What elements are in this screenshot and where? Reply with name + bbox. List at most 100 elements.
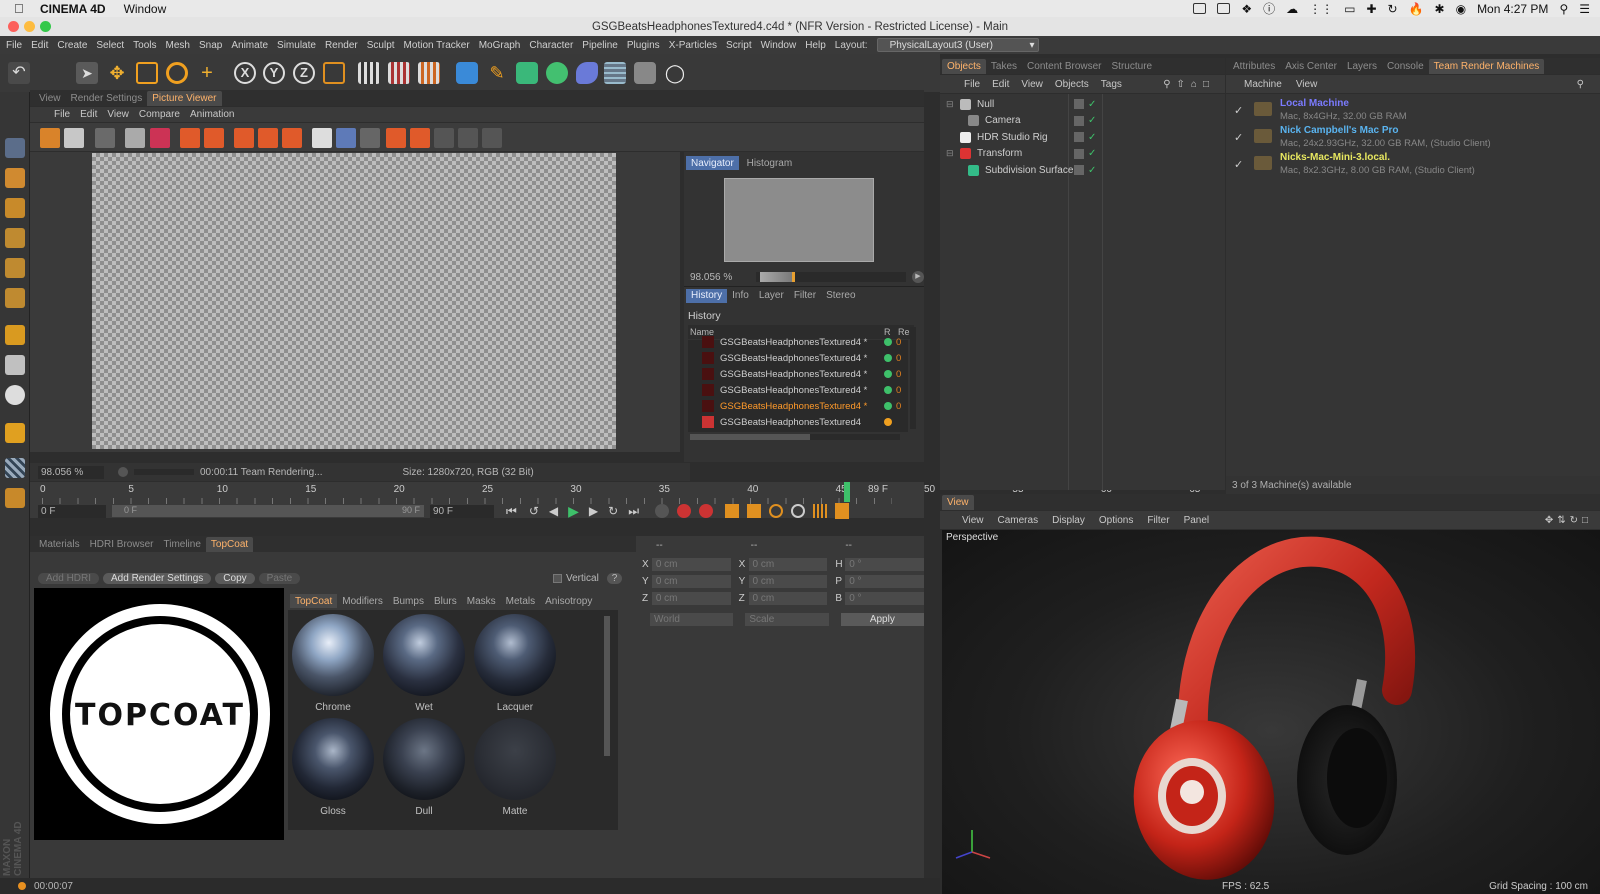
app-menu[interactable]: CINEMA 4D bbox=[40, 2, 106, 16]
timeline-ruler[interactable]: 0510152025303540455055606570758085 bbox=[40, 484, 1554, 498]
pv-menu-file[interactable]: File bbox=[54, 109, 70, 120]
airplay-icon[interactable]: ▭ bbox=[1344, 2, 1355, 16]
y-axis-icon[interactable]: Y bbox=[263, 62, 285, 84]
tab-takes[interactable]: Takes bbox=[986, 59, 1022, 74]
split-icon[interactable] bbox=[336, 128, 356, 148]
key-rotation-icon[interactable] bbox=[769, 504, 783, 518]
snapshot-icon[interactable] bbox=[434, 128, 454, 148]
machine-enabled-check-icon[interactable]: ✓ bbox=[1234, 158, 1243, 171]
crop-icon[interactable] bbox=[234, 128, 254, 148]
subtab-anisotropy[interactable]: Anisotropy bbox=[540, 594, 597, 608]
tweak-mode-icon[interactable] bbox=[5, 355, 25, 375]
machine-row[interactable]: ✓ Nicks-Mac-Mini-3.local. Mac, 8x2.3GHz, 8… bbox=[1226, 152, 1600, 180]
make-editable-icon[interactable] bbox=[5, 138, 25, 158]
object-row[interactable]: Subdivision Surface ✓ bbox=[940, 162, 1225, 178]
history-row[interactable]: GSGBeatsHeadphonesTextured4 * 0 bbox=[688, 382, 908, 398]
menu-render[interactable]: Render bbox=[325, 40, 358, 51]
play-icon[interactable]: ▶ bbox=[912, 271, 924, 283]
om-menu-file[interactable]: File bbox=[964, 79, 980, 90]
menu-create[interactable]: Create bbox=[57, 40, 87, 51]
coord-value-field[interactable]: 0 ° bbox=[845, 592, 925, 605]
coord-value-field[interactable]: 0 cm bbox=[748, 575, 828, 588]
swatch-wet[interactable]: Wet bbox=[383, 614, 465, 713]
pv-menu-view[interactable]: View bbox=[107, 109, 129, 120]
visibility-icon[interactable] bbox=[1074, 132, 1084, 142]
visibility-icon[interactable] bbox=[1074, 99, 1084, 109]
machine-enabled-check-icon[interactable]: ✓ bbox=[1234, 131, 1243, 144]
tab-picture-viewer[interactable]: Picture Viewer bbox=[147, 91, 222, 106]
tab-stereo[interactable]: Stereo bbox=[821, 289, 860, 303]
key-pla-icon[interactable] bbox=[813, 504, 827, 518]
swatch-lacquer[interactable]: Lacquer bbox=[474, 614, 556, 713]
flame-icon[interactable]: 🔥 bbox=[1409, 2, 1424, 16]
menu-mograph[interactable]: MoGraph bbox=[479, 40, 521, 51]
swatch-chrome[interactable]: Chrome bbox=[292, 614, 374, 713]
machine-enabled-check-icon[interactable]: ✓ bbox=[1234, 104, 1243, 117]
scheme-icon[interactable] bbox=[835, 503, 849, 519]
om-menu-tags[interactable]: Tags bbox=[1101, 79, 1122, 90]
menu-simulate[interactable]: Simulate bbox=[277, 40, 316, 51]
cloner-icon[interactable] bbox=[546, 62, 568, 84]
tab-hdri-browser[interactable]: HDRI Browser bbox=[85, 537, 159, 552]
history-row[interactable]: GSGBeatsHeadphonesTextured4 * 0 bbox=[688, 398, 908, 414]
history-hscrollbar[interactable] bbox=[690, 434, 900, 440]
deformer-icon[interactable] bbox=[576, 62, 598, 84]
apple-icon[interactable]:  bbox=[14, 1, 28, 16]
prev-frame-icon[interactable]: ◀ bbox=[549, 504, 558, 518]
swatch-dull[interactable]: Dull bbox=[383, 718, 465, 817]
list-icon[interactable]: ☰ bbox=[1579, 2, 1590, 16]
light-icon[interactable]: ◯ bbox=[664, 62, 686, 84]
key-param-icon[interactable] bbox=[791, 504, 805, 518]
menu-file[interactable]: File bbox=[6, 40, 22, 51]
wifi-icon[interactable]: ◉ bbox=[1456, 2, 1466, 16]
tab-render-settings[interactable]: Render Settings bbox=[66, 91, 148, 106]
tab-info[interactable]: Info bbox=[727, 289, 754, 303]
tab-view[interactable]: View bbox=[34, 91, 66, 106]
navigator-preview[interactable] bbox=[724, 178, 874, 262]
apply-button[interactable]: Apply bbox=[840, 613, 924, 626]
search-icon[interactable]: ⚲ bbox=[1559, 2, 1568, 16]
plus-icon[interactable]: ✚ bbox=[1366, 2, 1376, 16]
render-canvas[interactable] bbox=[92, 153, 616, 449]
history-row[interactable]: GSGBeatsHeadphonesTextured4 * 0 bbox=[688, 350, 908, 366]
menu-animate[interactable]: Animate bbox=[231, 40, 268, 51]
enabled-check-icon[interactable]: ✓ bbox=[1088, 165, 1096, 176]
vertical-checkbox[interactable] bbox=[553, 574, 562, 583]
navigator-zoom[interactable]: 98.056 % bbox=[690, 272, 756, 283]
coord-value-field[interactable]: 0 ° bbox=[845, 558, 925, 571]
tab-history[interactable]: History bbox=[686, 288, 728, 303]
points-mode-icon[interactable] bbox=[5, 228, 25, 248]
help-button[interactable]: ? bbox=[606, 573, 623, 584]
coord-scale-select[interactable]: Scale bbox=[745, 613, 829, 626]
range-slider[interactable]: 0 F 90 F bbox=[112, 505, 424, 517]
machine-row[interactable]: ✓ Local Machine Mac, 8x4GHz, 32.00 GB RAM bbox=[1226, 98, 1600, 126]
swatch-gloss[interactable]: Gloss bbox=[292, 718, 374, 817]
tr-menu-view[interactable]: View bbox=[1296, 79, 1318, 90]
bluetooth-icon[interactable]: ✱ bbox=[1435, 2, 1445, 16]
coordinate-system-icon[interactable] bbox=[323, 62, 345, 84]
viewport-perspective[interactable]: Perspective FPS : 62.5 Grid Spacing : 10… bbox=[942, 530, 1600, 894]
pv-zoom-field[interactable]: 98.056 % bbox=[38, 465, 104, 479]
coord-world-select[interactable]: World bbox=[650, 613, 734, 626]
coord-value-field[interactable]: 0 cm bbox=[651, 575, 731, 588]
rotate-icon[interactable] bbox=[166, 62, 188, 84]
scale-icon[interactable] bbox=[136, 62, 158, 84]
tab-timeline[interactable]: Timeline bbox=[158, 537, 205, 552]
history-row[interactable]: GSGBeatsHeadphonesTextured4 * 0 bbox=[688, 334, 908, 350]
clock[interactable]: Mon 4:27 PM bbox=[1477, 2, 1548, 16]
subtab-metals[interactable]: Metals bbox=[501, 594, 540, 608]
pv-menu-compare[interactable]: Compare bbox=[139, 109, 180, 120]
swatch-matte[interactable]: Matte bbox=[474, 718, 556, 817]
cloud-icon[interactable]: ☁ bbox=[1286, 2, 1298, 16]
vp-menu-view[interactable]: View bbox=[962, 515, 984, 526]
tab-materials[interactable]: Materials bbox=[34, 537, 85, 552]
menu-tools[interactable]: Tools bbox=[133, 40, 156, 51]
menu-help[interactable]: Help bbox=[805, 40, 826, 51]
coord-value-field[interactable]: 0 cm bbox=[651, 558, 731, 571]
playhead[interactable] bbox=[844, 482, 851, 502]
next-key-icon[interactable]: ↻ bbox=[608, 504, 618, 518]
rgb-icon[interactable] bbox=[360, 128, 380, 148]
open-icon[interactable] bbox=[40, 128, 60, 148]
autokey-icon[interactable] bbox=[699, 504, 713, 518]
prev-key-icon[interactable]: ↺ bbox=[529, 504, 539, 518]
